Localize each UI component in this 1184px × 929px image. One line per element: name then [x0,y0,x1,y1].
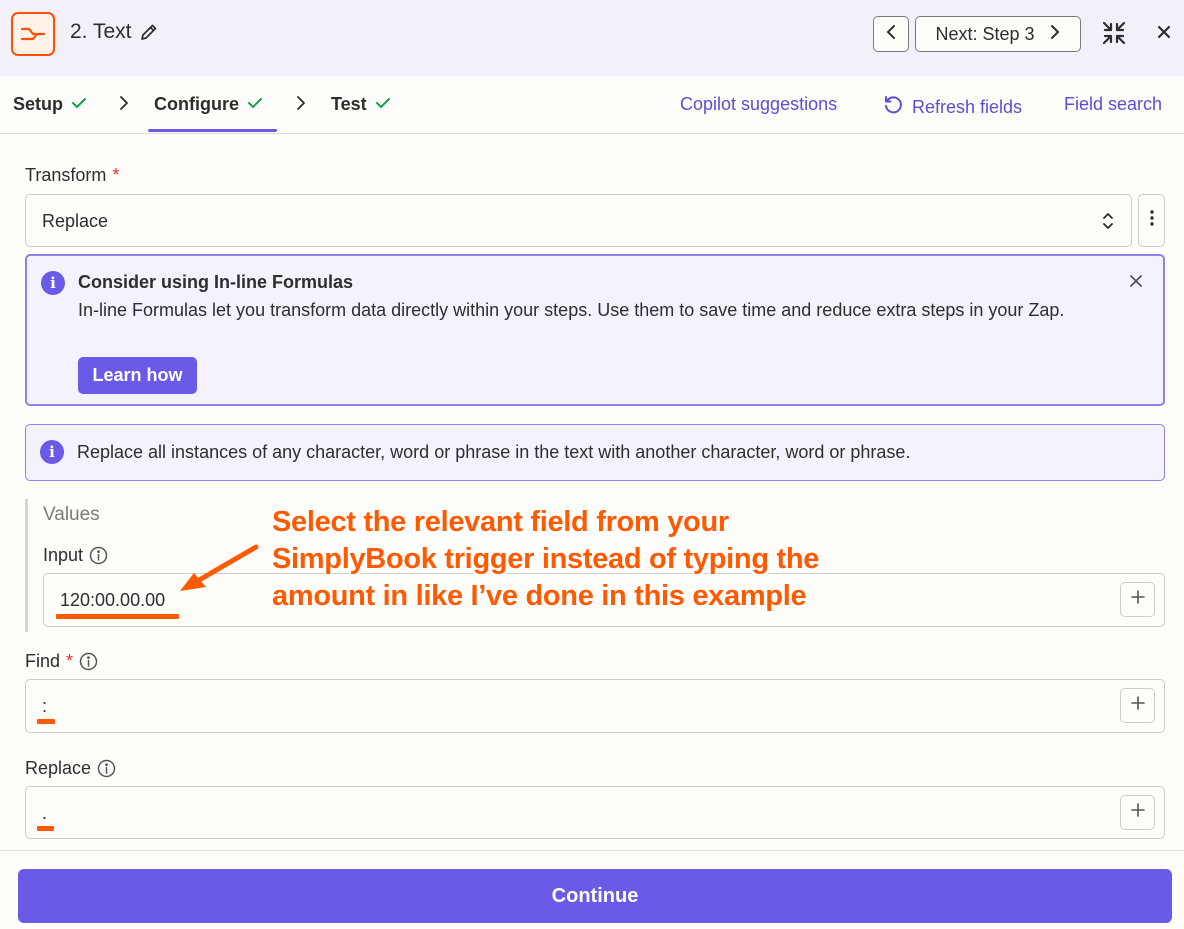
learn-how-button[interactable]: Learn how [78,357,197,394]
field-search-link[interactable]: Field search [1064,94,1162,115]
close-button[interactable] [1152,22,1176,46]
close-icon[interactable] [1128,273,1146,291]
tutorial-annotation: Select the relevant field from your Simp… [272,504,892,615]
input-field-value: 120:00.00.00 [60,590,166,610]
footer-bar: Continue [0,850,1184,929]
copilot-suggestions-link[interactable]: Copilot suggestions [680,94,837,115]
chevron-left-icon [885,24,897,45]
annotation-arrow-icon [176,543,260,600]
text-formatter-icon [11,12,55,56]
notice-title: Consider using In-line Formulas [78,272,354,292]
collapse-button[interactable] [1099,20,1129,50]
replace-label-text: Replace [25,758,92,778]
step-title[interactable]: 2. Text [70,20,159,44]
refresh-fields-label: Refresh fields [912,97,1023,117]
notice-body: In-line Formulas let you transform data … [78,300,1065,320]
hint-text: Replace all instances of any character, … [77,442,911,462]
find-field[interactable]: : [25,679,1165,733]
transform-label: Transform * [25,165,119,186]
checkmark-icon [71,94,87,115]
find-label-text: Find [25,651,61,671]
active-tab-indicator [148,129,277,132]
step-title-text: 2. Text [70,20,132,43]
input-label: Input [43,545,108,566]
more-options-button[interactable] [1138,194,1165,247]
tab-label: Configure [154,94,239,114]
pencil-icon[interactable] [139,22,159,42]
refresh-icon [882,94,904,121]
copilot-suggestions-label: Copilot suggestions [680,94,838,114]
replace-field-value: . [42,803,48,823]
info-icon: i [41,271,65,295]
insert-data-button[interactable] [1120,795,1155,830]
required-mark: * [66,651,74,671]
replace-highlight-underline [37,826,54,831]
field-search-label: Field search [1064,94,1163,114]
insert-data-button[interactable] [1120,688,1155,723]
info-outline-icon[interactable] [79,652,98,671]
plus-icon [1130,695,1146,716]
tab-label: Setup [13,94,64,114]
find-label: Find * [25,651,98,672]
replace-field[interactable]: . [25,786,1165,839]
required-mark: * [112,165,120,185]
continue-button[interactable]: Continue [18,869,1172,923]
replace-help-hint: i Replace all instances of any character… [25,424,1165,481]
replace-label: Replace [25,758,116,779]
close-icon [1157,25,1171,44]
annotation-line: Select the relevant field from your [272,506,729,538]
chevron-right-icon [119,95,129,116]
select-arrows-icon [1101,211,1115,236]
info-icon: i [40,440,64,464]
refresh-fields-link[interactable]: Refresh fields [882,94,1022,121]
find-field-value: : [42,696,48,716]
step-tabs: Setup Configure Test Copilot suggestions [0,76,1184,134]
kebab-menu-icon [1149,209,1154,232]
values-title: Values [43,504,100,525]
find-highlight-underline [37,719,55,724]
tab-configure[interactable]: Configure [154,94,263,115]
insert-data-button[interactable] [1120,582,1155,617]
transform-select[interactable]: Replace [25,194,1132,247]
plus-icon [1130,802,1146,823]
values-group-bar [25,499,28,632]
checkmark-icon [375,94,391,115]
transform-select-value: Replace [42,211,109,231]
previous-step-button[interactable] [873,16,909,52]
tab-test[interactable]: Test [331,94,391,115]
chevron-right-icon [296,95,306,116]
annotation-line: SimplyBook trigger instead of typing the [272,543,820,575]
next-step-label: Next: Step 3 [935,23,1035,44]
plus-icon [1130,589,1146,610]
input-label-text: Input [43,545,84,565]
tab-label: Test [331,94,367,114]
info-outline-icon[interactable] [89,546,108,565]
chevron-right-icon [1049,24,1061,45]
inline-formulas-notice: i Consider using In-line Formulas In-lin… [25,254,1165,406]
info-outline-icon[interactable] [97,759,116,778]
input-highlight-underline [56,614,179,619]
transform-label-text: Transform [25,165,107,185]
next-step-button[interactable]: Next: Step 3 [915,16,1081,52]
collapse-icon [1101,20,1127,51]
tab-setup[interactable]: Setup [13,94,87,115]
annotation-line: amount in like I’ve done in this example [272,580,807,612]
step-header: 2. Text Next: Step 3 [0,0,1184,76]
checkmark-icon [247,94,263,115]
